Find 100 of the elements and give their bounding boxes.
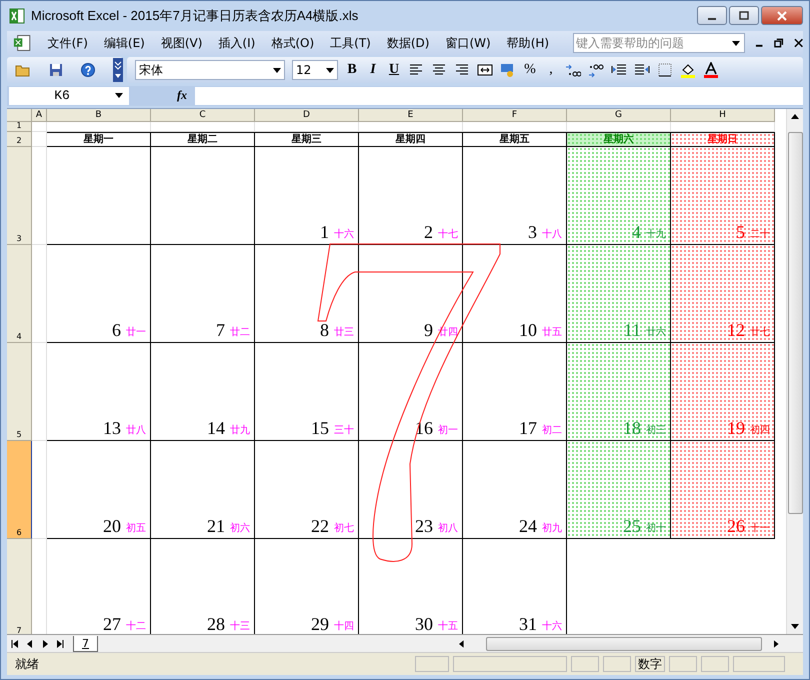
column-header[interactable]: G [567, 108, 671, 122]
day-number: 31 [519, 614, 537, 634]
lunar-date: 初三 [646, 424, 666, 438]
day-number: 23 [415, 516, 433, 536]
decrease-decimal-icon[interactable] [588, 62, 604, 78]
day-number: 28 [207, 614, 225, 634]
weekday-header: 星期二 [151, 132, 255, 147]
formula-field[interactable] [195, 86, 803, 105]
comma-button[interactable]: , [544, 62, 558, 78]
sheet-tab[interactable]: 7 [73, 636, 98, 652]
menu-item[interactable]: 插入(I) [210, 32, 264, 54]
row-header[interactable]: 2 [7, 132, 32, 147]
day-number: 15 [311, 418, 329, 438]
scroll-up-icon[interactable] [791, 114, 799, 119]
day-number: 19 [727, 418, 745, 438]
status-panel [733, 656, 785, 672]
borders-icon[interactable] [657, 62, 673, 78]
column-header[interactable]: C [151, 108, 255, 122]
minimize-button[interactable] [697, 6, 727, 26]
fill-color-icon[interactable] [680, 62, 696, 78]
day-number: 12 [727, 320, 745, 340]
document-icon[interactable] [13, 34, 32, 52]
format-button[interactable]: B [345, 62, 359, 78]
close-button[interactable] [761, 6, 803, 26]
function-label[interactable]: fx [177, 88, 187, 104]
percent-button[interactable]: % [523, 62, 537, 78]
format-button[interactable]: U [387, 62, 401, 78]
status-panel [603, 656, 631, 672]
dropdown-arrow-icon[interactable] [732, 40, 740, 46]
day-number: 27 [103, 614, 121, 634]
column-header[interactable]: D [255, 108, 359, 122]
status-panel [669, 656, 697, 672]
menu-item[interactable]: 视图(V) [152, 32, 210, 54]
close-icon[interactable] [794, 38, 804, 48]
menu-item[interactable]: 数据(D) [378, 32, 438, 54]
lunar-date: 初六 [230, 522, 250, 536]
column-header[interactable]: F [463, 108, 567, 122]
menu-item[interactable]: 文件(F) [40, 32, 96, 54]
chevron-icon[interactable] [112, 58, 123, 82]
help-search-field[interactable]: 键入需要帮助的问题 [573, 33, 746, 54]
dropdown-arrow-icon[interactable] [115, 93, 123, 98]
vertical-scrollbar[interactable] [786, 108, 803, 634]
restore-icon[interactable] [774, 38, 784, 48]
scroll-down-icon[interactable] [791, 624, 799, 630]
day-number: 30 [415, 614, 433, 634]
maximize-button[interactable] [729, 6, 759, 26]
lunar-date: 十六 [542, 620, 562, 634]
dropdown-arrow-icon[interactable] [326, 68, 334, 73]
save-icon[interactable] [48, 62, 64, 78]
menu-item[interactable]: 工具(T) [322, 32, 379, 54]
day-number: 9 [424, 320, 433, 340]
dropdown-arrow-icon[interactable] [273, 68, 281, 73]
menu-item[interactable]: 编辑(E) [96, 32, 153, 54]
row-header[interactable]: 1 [7, 122, 32, 132]
merge-center-icon[interactable] [477, 62, 493, 78]
lunar-date: 廿五 [542, 326, 562, 340]
previous-sheet-icon[interactable] [25, 638, 35, 649]
scroll-left-icon[interactable] [459, 640, 464, 648]
lunar-date: 三十 [334, 424, 354, 438]
lunar-date: 十二 [126, 620, 146, 634]
day-number: 20 [103, 516, 121, 536]
weekday-header: 星期三 [255, 132, 359, 147]
first-sheet-icon[interactable] [10, 638, 20, 649]
font-size-select[interactable]: 12 [292, 60, 338, 80]
name-box[interactable]: K6 [9, 86, 129, 105]
format-button[interactable]: I [366, 62, 380, 78]
row-header[interactable]: 3 [7, 146, 32, 245]
column-header[interactable]: E [359, 108, 463, 122]
column-header[interactable]: A [32, 108, 47, 122]
last-sheet-icon[interactable] [55, 638, 65, 649]
day-number: 24 [519, 516, 537, 536]
day-number: 3 [528, 222, 537, 242]
lunar-date: 廿三 [334, 326, 354, 340]
font-select[interactable]: 宋体 [135, 60, 285, 80]
lunar-date: 十四 [334, 620, 354, 634]
help-icon[interactable] [80, 62, 96, 78]
increase-decimal-icon[interactable] [565, 62, 581, 78]
column-header[interactable]: H [671, 108, 775, 122]
row-header[interactable]: 6 [7, 440, 32, 539]
lunar-date: 初九 [542, 522, 562, 536]
row-header[interactable]: 4 [7, 244, 32, 343]
day-number: 22 [311, 516, 329, 536]
lunar-date: 初二 [542, 424, 562, 438]
row-header[interactable]: 7 [7, 538, 32, 634]
next-sheet-icon[interactable] [40, 638, 50, 649]
day-number: 21 [207, 516, 225, 536]
font-color-icon[interactable] [703, 62, 719, 78]
day-number: 7 [216, 320, 225, 340]
lunar-date: 廿八 [126, 424, 146, 438]
column-header[interactable]: B [47, 108, 151, 122]
row-header[interactable]: 5 [7, 342, 32, 441]
status-panel [415, 656, 449, 672]
day-number: 25 [623, 516, 641, 536]
menu-item[interactable]: 窗口(W) [437, 32, 499, 54]
minimize-icon [708, 18, 716, 20]
menu-item[interactable]: 格式(O) [263, 32, 322, 54]
scroll-right-icon[interactable] [774, 640, 779, 648]
day-number: 5 [736, 222, 745, 242]
menu-item[interactable]: 帮助(H) [498, 32, 558, 54]
lunar-date: 廿一 [126, 326, 146, 340]
